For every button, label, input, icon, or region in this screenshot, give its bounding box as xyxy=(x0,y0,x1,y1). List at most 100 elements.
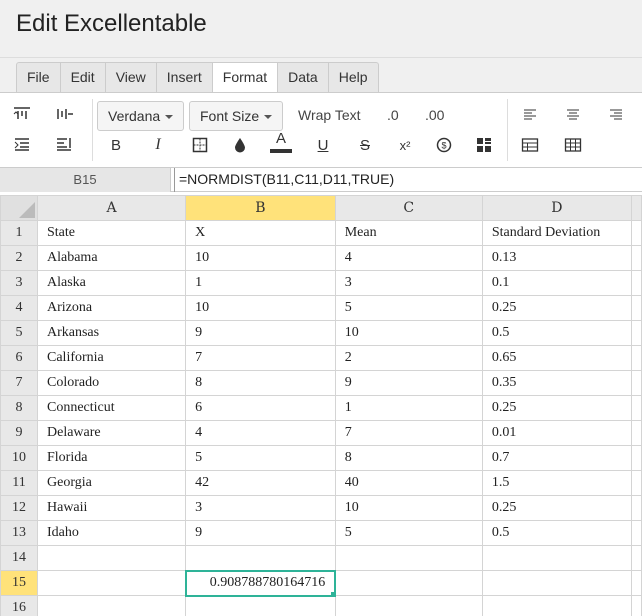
cell-e14[interactable] xyxy=(630,545,642,571)
align-middle-vertical-icon[interactable] xyxy=(52,103,76,125)
cell-e9[interactable] xyxy=(630,420,642,446)
row-header[interactable]: 2 xyxy=(0,245,38,271)
cell-c8[interactable]: 1 xyxy=(334,395,483,421)
cell-e2[interactable] xyxy=(630,245,642,271)
cell-c13[interactable]: 5 xyxy=(334,520,483,546)
table-style-icon[interactable] xyxy=(561,134,585,156)
italic-button[interactable]: I xyxy=(146,134,170,156)
align-right-icon[interactable] xyxy=(604,103,628,125)
column-header-b[interactable]: B xyxy=(185,195,336,221)
cell-b6[interactable]: 7 xyxy=(185,345,336,371)
menu-format[interactable]: Format xyxy=(212,63,279,93)
select-all-corner[interactable] xyxy=(0,195,38,221)
cell-e6[interactable] xyxy=(630,345,642,371)
cell-e3[interactable] xyxy=(630,270,642,296)
align-top-icon[interactable] xyxy=(10,103,34,125)
cell-d16[interactable] xyxy=(481,595,632,616)
cell-a14[interactable] xyxy=(36,545,187,571)
cell-d5[interactable]: 0.5 xyxy=(481,320,632,346)
row-header[interactable]: 15 xyxy=(0,570,38,596)
row-header[interactable]: 10 xyxy=(0,445,38,471)
row-header[interactable]: 14 xyxy=(0,545,38,571)
bold-button[interactable]: B xyxy=(104,134,128,156)
row-header[interactable]: 4 xyxy=(0,295,38,321)
cell-b9[interactable]: 4 xyxy=(185,420,336,446)
cell-a5[interactable]: Arkansas xyxy=(36,320,187,346)
cell-b11[interactable]: 42 xyxy=(185,470,336,496)
cell-e15[interactable] xyxy=(630,570,642,596)
row-header[interactable]: 1 xyxy=(0,220,38,246)
strikethrough-button[interactable]: S xyxy=(353,134,377,156)
cell-b2[interactable]: 10 xyxy=(185,245,336,271)
increase-decimal-button[interactable]: .00 xyxy=(425,107,444,123)
font-family-dropdown[interactable]: Verdana xyxy=(97,101,185,131)
cell-a1[interactable]: State xyxy=(36,220,187,246)
cell-c11[interactable]: 40 xyxy=(334,470,483,496)
cell-c10[interactable]: 8 xyxy=(334,445,483,471)
column-header-c[interactable]: C xyxy=(334,195,483,221)
cell-e7[interactable] xyxy=(630,370,642,396)
menu-view[interactable]: View xyxy=(106,63,157,92)
cell-b13[interactable]: 9 xyxy=(185,520,336,546)
cell-b7[interactable]: 8 xyxy=(185,370,336,396)
column-header-d[interactable]: D xyxy=(481,195,632,221)
cell-c1[interactable]: Mean xyxy=(334,220,483,246)
table-icon[interactable] xyxy=(518,134,542,156)
menu-edit[interactable]: Edit xyxy=(61,63,106,92)
cell-e11[interactable] xyxy=(630,470,642,496)
cell-a8[interactable]: Connecticut xyxy=(36,395,187,421)
font-size-dropdown[interactable]: Font Size xyxy=(189,101,284,131)
cell-reference-box[interactable]: B15 xyxy=(0,168,171,192)
row-header[interactable]: 8 xyxy=(0,395,38,421)
menu-data[interactable]: Data xyxy=(278,63,329,92)
cell-a16[interactable] xyxy=(36,595,187,616)
currency-icon[interactable]: $ xyxy=(432,134,456,156)
row-header[interactable]: 7 xyxy=(0,370,38,396)
column-header-a[interactable]: A xyxy=(36,195,187,221)
cell-d12[interactable]: 0.25 xyxy=(481,495,632,521)
cell-a10[interactable]: Florida xyxy=(36,445,187,471)
cell-c7[interactable]: 9 xyxy=(334,370,483,396)
row-header[interactable]: 13 xyxy=(0,520,38,546)
cell-c5[interactable]: 10 xyxy=(334,320,483,346)
menu-file[interactable]: File xyxy=(17,63,61,92)
cell-d2[interactable]: 0.13 xyxy=(481,245,632,271)
cell-a13[interactable]: Idaho xyxy=(36,520,187,546)
cell-d11[interactable]: 1.5 xyxy=(481,470,632,496)
cell-a15[interactable] xyxy=(36,570,187,596)
cell-e1[interactable] xyxy=(630,220,642,246)
cell-b14[interactable] xyxy=(185,545,336,571)
cell-a11[interactable]: Georgia xyxy=(36,470,187,496)
cell-e16[interactable] xyxy=(630,595,642,616)
menu-help[interactable]: Help xyxy=(329,63,378,92)
cell-c16[interactable] xyxy=(334,595,483,616)
fill-color-icon[interactable] xyxy=(228,134,252,156)
align-left-icon[interactable] xyxy=(518,103,542,125)
cell-d10[interactable]: 0.7 xyxy=(481,445,632,471)
cell-c15[interactable] xyxy=(334,570,483,596)
cell-a2[interactable]: Alabama xyxy=(36,245,187,271)
cell-c2[interactable]: 4 xyxy=(334,245,483,271)
cell-c4[interactable]: 5 xyxy=(334,295,483,321)
indent-icon[interactable] xyxy=(10,133,34,155)
superscript-button[interactable]: x² xyxy=(393,134,417,156)
cell-a3[interactable]: Alaska xyxy=(36,270,187,296)
fill-handle[interactable] xyxy=(331,591,334,594)
cell-b3[interactable]: 1 xyxy=(185,270,336,296)
conditional-format-icon[interactable] xyxy=(472,134,496,156)
cell-b5[interactable]: 9 xyxy=(185,320,336,346)
cell-d9[interactable]: 0.01 xyxy=(481,420,632,446)
wrap-text-button[interactable]: Wrap Text xyxy=(298,107,361,123)
cell-b4[interactable]: 10 xyxy=(185,295,336,321)
menu-insert[interactable]: Insert xyxy=(157,63,213,92)
cell-e12[interactable] xyxy=(630,495,642,521)
cell-d8[interactable]: 0.25 xyxy=(481,395,632,421)
cell-e4[interactable] xyxy=(630,295,642,321)
cell-e8[interactable] xyxy=(630,395,642,421)
cell-a12[interactable]: Hawaii xyxy=(36,495,187,521)
outdent-icon[interactable] xyxy=(52,133,76,155)
cell-a9[interactable]: Delaware xyxy=(36,420,187,446)
cell-e13[interactable] xyxy=(630,520,642,546)
cell-c3[interactable]: 3 xyxy=(334,270,483,296)
cell-d3[interactable]: 0.1 xyxy=(481,270,632,296)
